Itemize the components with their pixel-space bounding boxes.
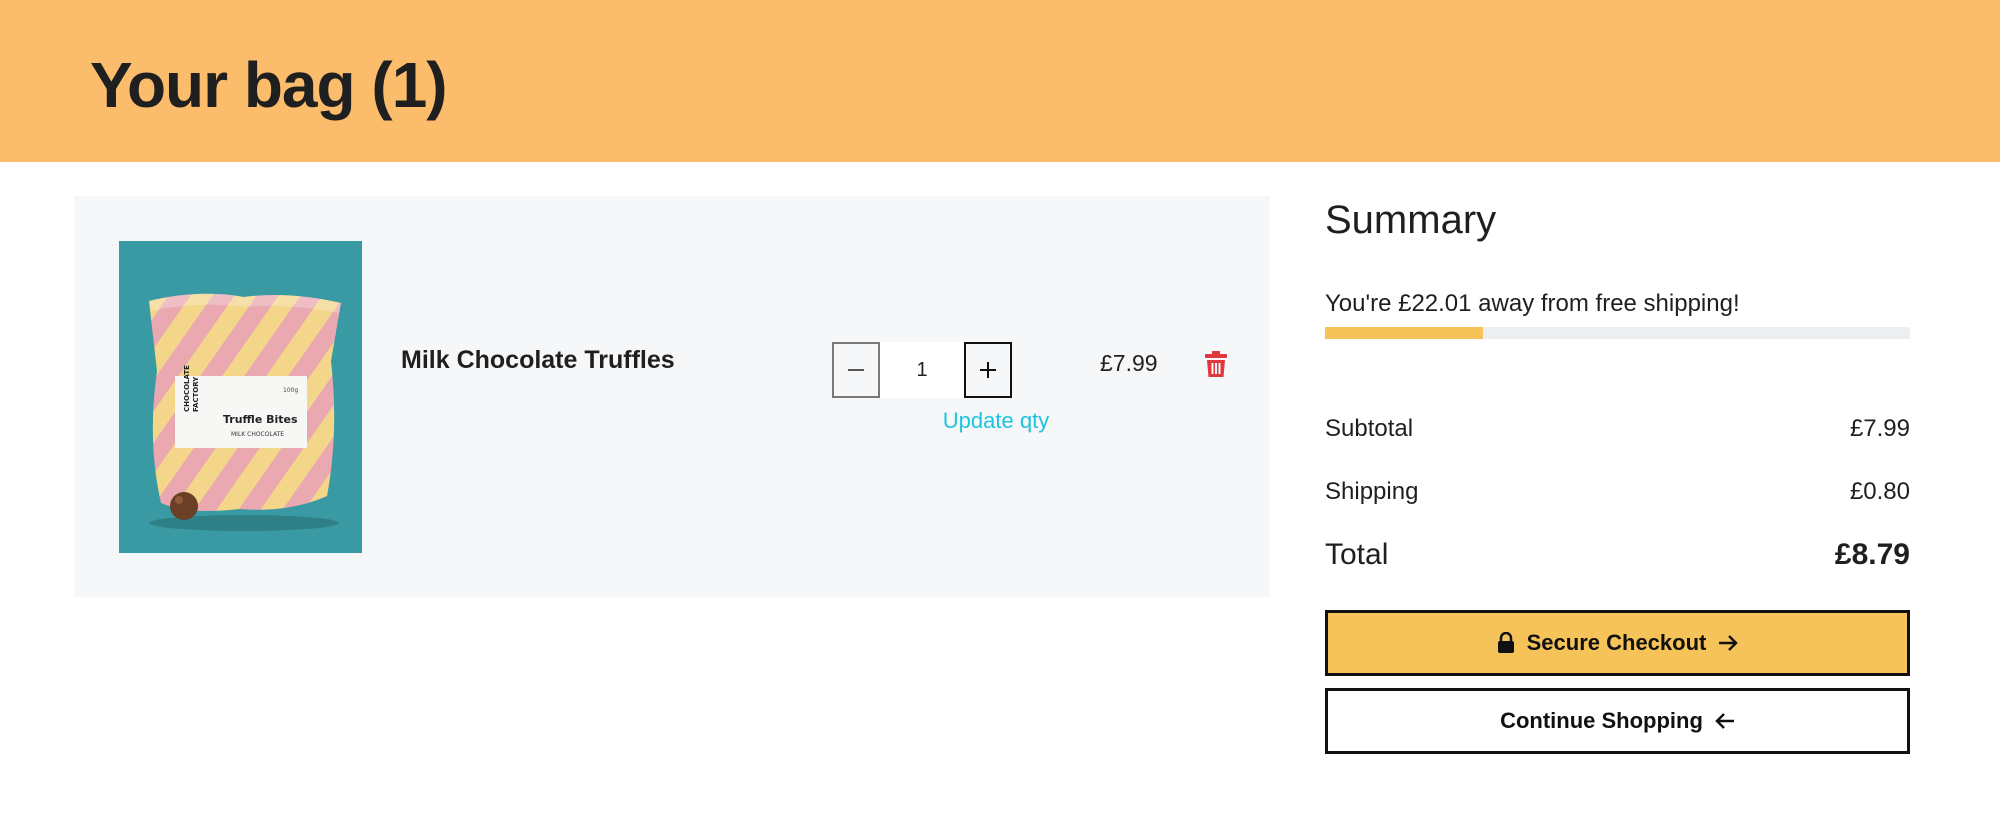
update-quantity-link[interactable]: Update qty — [870, 408, 1122, 434]
remove-item-button[interactable] — [1205, 351, 1227, 377]
arrow-left-icon — [1715, 713, 1734, 729]
subtotal-value: £7.99 — [1849, 415, 1910, 442]
product-image: CHOCOLATE FACTORY 100g Truffle Bites MIL… — [119, 241, 362, 553]
free-shipping-progress-fill — [1325, 327, 1483, 339]
shipping-label: Shipping — [1325, 478, 1419, 505]
package-weight: 100g — [283, 387, 298, 394]
quantity-input[interactable] — [880, 342, 964, 398]
arrow-right-icon — [1719, 635, 1739, 651]
total-value: £8.79 — [1834, 538, 1910, 571]
package-subtitle: MILK CHOCOLATE — [231, 431, 284, 438]
secure-checkout-label: Secure Checkout — [1526, 630, 1707, 655]
summary-title: Summary — [1325, 198, 1497, 242]
continue-shopping-button[interactable]: Continue Shopping — [1325, 688, 1910, 754]
quantity-stepper — [832, 342, 1012, 398]
page-header: Your bag (1) — [0, 0, 2000, 162]
free-shipping-message: You're £22.01 away from free shipping! — [1325, 290, 1740, 317]
secure-checkout-button[interactable]: Secure Checkout — [1325, 610, 1910, 676]
total-label: Total — [1325, 538, 1389, 571]
increase-quantity-button[interactable] — [964, 342, 1012, 398]
trash-icon — [1205, 351, 1227, 377]
decrease-quantity-button[interactable] — [832, 342, 880, 398]
total-row: Total £8.79 — [1325, 538, 1910, 572]
cart-item-panel: CHOCOLATE FACTORY 100g Truffle Bites MIL… — [74, 196, 1270, 597]
line-item-price: £7.99 — [1100, 350, 1158, 376]
lock-icon — [1497, 632, 1514, 653]
minus-icon — [848, 369, 864, 371]
package-title: Truffle Bites — [223, 413, 298, 426]
shipping-row: Shipping £0.80 — [1325, 478, 1910, 506]
package-brand-line1: CHOCOLATE — [183, 365, 191, 412]
package-brand-line2: FACTORY — [192, 376, 200, 412]
product-name[interactable]: Milk Chocolate Truffles — [401, 346, 675, 375]
shipping-value: £0.80 — [1849, 478, 1910, 505]
subtotal-label: Subtotal — [1325, 415, 1414, 442]
continue-shopping-label: Continue Shopping — [1500, 708, 1703, 733]
free-shipping-progress-bar — [1325, 327, 1910, 339]
subtotal-row: Subtotal £7.99 — [1325, 415, 1910, 443]
page-title: Your bag (1) — [90, 49, 448, 121]
plus-icon — [980, 362, 996, 378]
